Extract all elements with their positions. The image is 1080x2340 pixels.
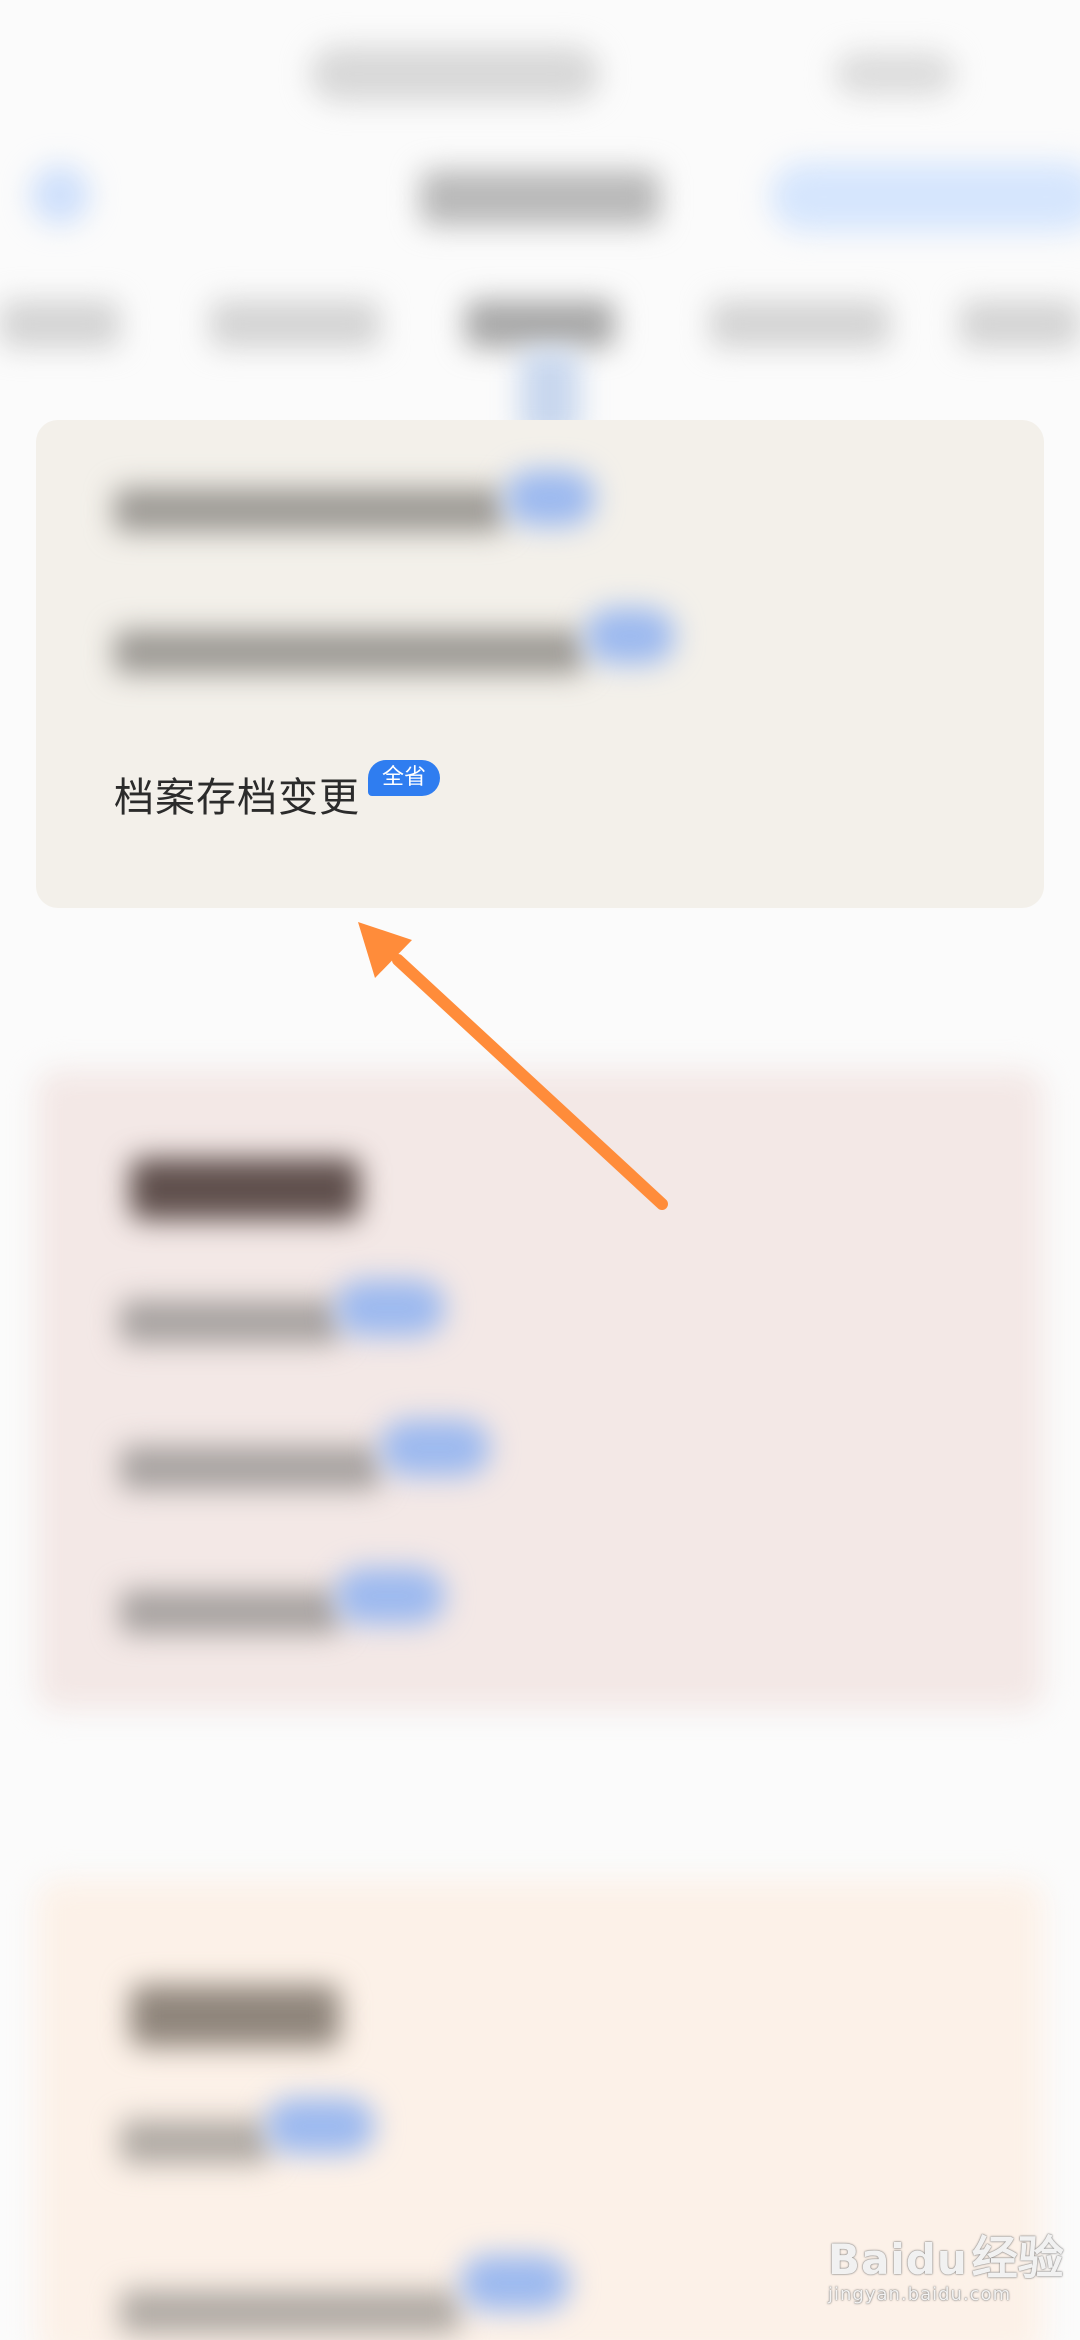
service-item-1-badge <box>505 470 595 526</box>
service-item-2-blurred[interactable] <box>114 630 584 674</box>
tab-4[interactable] <box>710 300 890 348</box>
tab-1[interactable] <box>0 300 120 348</box>
baidu-watermark: Baidu经验 jingyan.baidu.com <box>828 2222 1064 2305</box>
card-3-item-1-badge <box>265 2098 375 2154</box>
card-3-item-1-blurred[interactable] <box>120 2120 270 2164</box>
card-2-item-2-blurred[interactable] <box>120 1446 380 1490</box>
card-2-heading-blurred <box>130 1158 360 1220</box>
screen: 档案存档变更 全省 Baidu经验 jingyan.baidu.com <box>0 0 1080 2340</box>
status-bar-blurred <box>310 46 600 102</box>
service-item-2-badge <box>585 608 675 664</box>
tab-3-active[interactable] <box>465 300 615 348</box>
service-item-archive-change[interactable]: 档案存档变更 全省 <box>114 760 441 828</box>
tab-5[interactable] <box>960 300 1080 348</box>
header-action-button[interactable] <box>770 162 1080 232</box>
card-2-item-3-blurred[interactable] <box>120 1590 340 1634</box>
service-item-1-blurred[interactable] <box>114 488 504 532</box>
card-2-item-2-badge <box>380 1420 490 1476</box>
card-3-item-2-blurred[interactable] <box>120 2290 460 2334</box>
page-title-blurred <box>420 170 660 226</box>
card-2-item-3-badge <box>335 1568 445 1624</box>
back-icon[interactable] <box>30 165 90 225</box>
card-2-item-1-blurred[interactable] <box>120 1300 340 1344</box>
watermark-brand-cn: 经验 <box>971 2231 1064 2285</box>
tab-2[interactable] <box>210 300 380 348</box>
status-icons-blurred <box>835 52 955 96</box>
region-badge: 全省 <box>368 760 441 796</box>
card-3-item-2-badge <box>460 2255 570 2311</box>
annotation-arrow-head <box>358 922 412 978</box>
card-2-item-1-badge <box>335 1280 445 1336</box>
service-item-label: 档案存档变更 <box>114 775 360 821</box>
watermark-brand: Baidu <box>828 2235 968 2284</box>
card-3-heading-blurred <box>130 1985 340 2047</box>
